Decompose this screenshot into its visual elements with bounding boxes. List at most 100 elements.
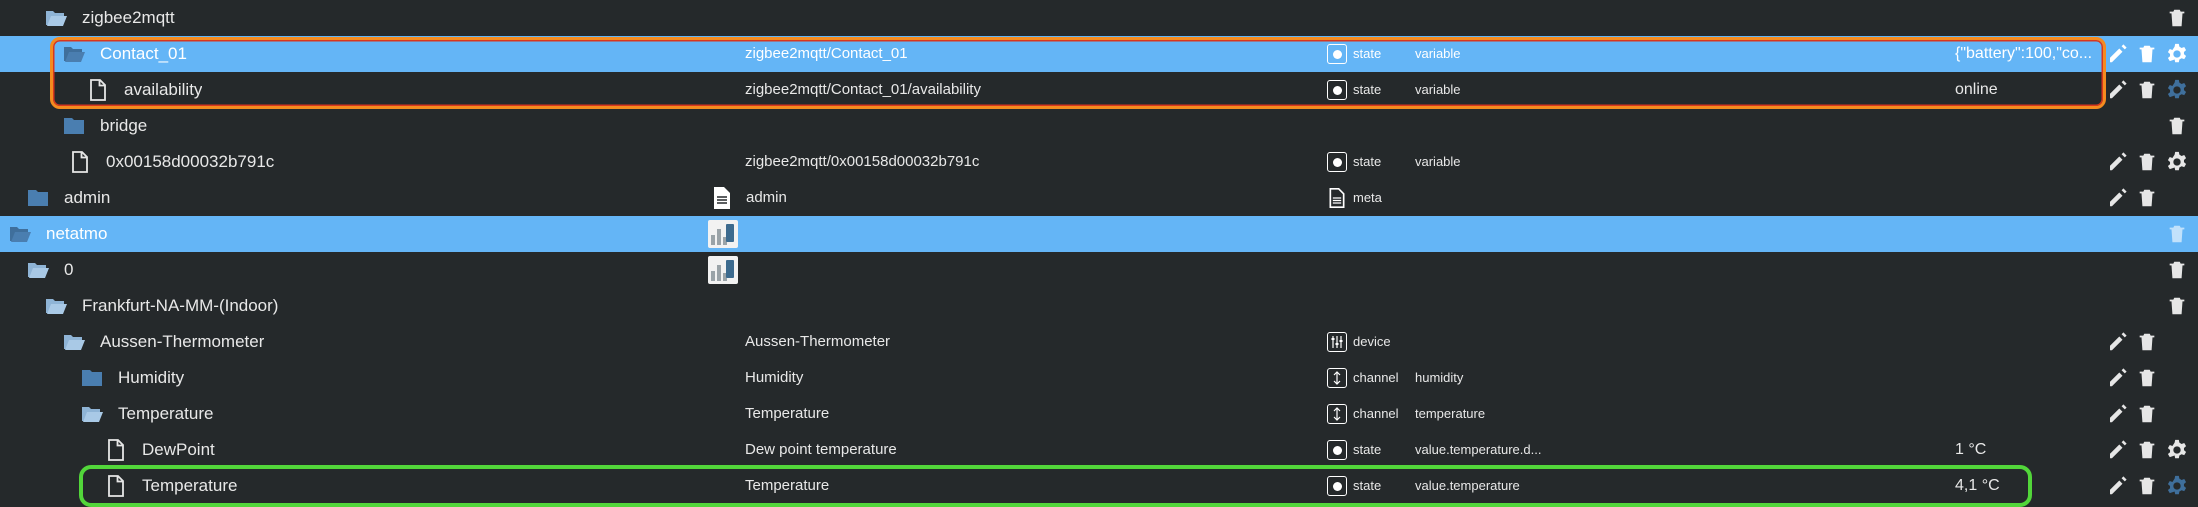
object-id: Aussen-Thermometer	[745, 333, 891, 350]
edit-icon[interactable]	[2110, 151, 2128, 173]
delete-icon[interactable]	[2136, 367, 2158, 389]
tree-item-label: bridge	[100, 116, 148, 135]
tree-item-label: netatmo	[46, 224, 108, 243]
tree-row-netatmo[interactable]: netatmo	[0, 216, 2198, 252]
object-type: channel	[1353, 370, 1399, 385]
tree-row-temperature-state[interactable]: Temperature Temperature state value.temp…	[0, 468, 2198, 504]
delete-icon[interactable]	[2136, 151, 2158, 173]
settings-gear-icon[interactable]	[2166, 79, 2188, 101]
folder-open-icon[interactable]	[62, 330, 86, 354]
object-id: Dew point temperature	[745, 441, 897, 458]
file-icon	[86, 78, 110, 102]
folder-open-icon[interactable]	[62, 42, 86, 66]
settings-gear-icon[interactable]	[2166, 43, 2188, 65]
settings-gear-icon[interactable]	[2166, 151, 2188, 173]
edit-icon[interactable]	[2110, 475, 2128, 497]
folder-open-icon[interactable]	[80, 402, 104, 426]
object-value[interactable]: 4,1 °C	[1955, 468, 2105, 504]
object-id: zigbee2mqtt/Contact_01/availability	[745, 81, 981, 98]
folder-open-icon[interactable]	[44, 294, 68, 318]
edit-icon[interactable]	[2110, 331, 2128, 353]
tree-row-admin[interactable]: admin admin meta	[0, 180, 2198, 216]
object-role: variable	[1415, 46, 1461, 61]
tree-item-label: Aussen-Thermometer	[100, 332, 265, 351]
tree-row-humidity[interactable]: Humidity Humidity channel humidity	[0, 360, 2198, 396]
edit-icon[interactable]	[2110, 187, 2128, 209]
object-id: Humidity	[745, 369, 804, 386]
state-icon	[1327, 80, 1347, 100]
tree-row-dewpoint[interactable]: DewPoint Dew point temperature state val…	[0, 432, 2198, 468]
delete-icon[interactable]	[2136, 79, 2158, 101]
tree-item-label: 0	[64, 260, 74, 279]
delete-icon[interactable]	[2166, 7, 2188, 29]
delete-icon[interactable]	[2136, 331, 2158, 353]
tree-row-frankfurt[interactable]: Frankfurt-NA-MM-(Indoor)	[0, 288, 2198, 324]
tree-row-0[interactable]: 0	[0, 252, 2198, 288]
edit-icon[interactable]	[2110, 43, 2128, 65]
folder-open-icon[interactable]	[26, 258, 50, 282]
delete-icon[interactable]	[2136, 475, 2158, 497]
folder-open-icon[interactable]	[44, 6, 68, 30]
object-type: state	[1353, 82, 1382, 97]
delete-icon[interactable]	[2136, 439, 2158, 461]
folder-closed-icon[interactable]	[26, 186, 50, 210]
tree-item-label: DewPoint	[142, 440, 215, 459]
delete-icon[interactable]	[2136, 403, 2158, 425]
state-icon	[1327, 476, 1347, 496]
state-icon	[1327, 440, 1347, 460]
edit-icon[interactable]	[2110, 79, 2128, 101]
tree-item-label: Contact_01	[100, 44, 187, 63]
object-role: value.temperature.d...	[1415, 442, 1542, 457]
folder-closed-icon[interactable]	[80, 366, 104, 390]
object-tree: zigbee2mqtt Contact_01 zigbee2mqtt/Conta…	[0, 0, 2198, 504]
channel-icon	[1327, 404, 1347, 424]
object-type: meta	[1353, 190, 1382, 205]
object-id: zigbee2mqtt/0x00158d00032b791c	[745, 153, 980, 170]
object-role: variable	[1415, 154, 1461, 169]
tree-row-availability[interactable]: availability zigbee2mqtt/Contact_01/avai…	[0, 72, 2198, 108]
delete-icon[interactable]	[2166, 223, 2188, 245]
tree-row-bridge[interactable]: bridge	[0, 108, 2198, 144]
object-type: device	[1353, 334, 1391, 349]
object-id: zigbee2mqtt/Contact_01	[745, 45, 908, 62]
object-type: state	[1353, 442, 1382, 457]
delete-icon[interactable]	[2166, 295, 2188, 317]
tree-row-temperature-channel[interactable]: Temperature Temperature channel temperat…	[0, 396, 2198, 432]
tree-row-aussen-thermometer[interactable]: Aussen-Thermometer Aussen-Thermometer de…	[0, 324, 2198, 360]
object-value[interactable]: {"battery":100,"co...	[1955, 36, 2105, 72]
object-type: state	[1353, 154, 1382, 169]
settings-gear-icon[interactable]	[2166, 439, 2188, 461]
file-icon	[68, 150, 92, 174]
document-icon	[1327, 188, 1347, 208]
delete-icon[interactable]	[2166, 115, 2188, 137]
edit-icon[interactable]	[2110, 403, 2128, 425]
folder-open-icon[interactable]	[8, 222, 32, 246]
adapter-thumbnail	[708, 256, 740, 284]
tree-item-label: Temperature	[118, 404, 214, 423]
edit-icon[interactable]	[2110, 367, 2128, 389]
tree-item-label: zigbee2mqtt	[82, 8, 175, 27]
object-type: state	[1353, 478, 1382, 493]
delete-icon[interactable]	[2166, 259, 2188, 281]
state-icon	[1327, 44, 1347, 64]
folder-closed-icon[interactable]	[62, 114, 86, 138]
tree-item-label: availability	[124, 80, 203, 99]
object-id: Temperature	[745, 477, 830, 494]
delete-icon[interactable]	[2136, 43, 2158, 65]
tree-item-label: Temperature	[142, 476, 238, 495]
object-value[interactable]: 1 °C	[1955, 432, 2105, 468]
object-role: value.temperature	[1415, 478, 1520, 493]
object-type: channel	[1353, 406, 1399, 421]
tree-item-label: admin	[64, 188, 111, 207]
adapter-thumbnail	[708, 220, 740, 248]
delete-icon[interactable]	[2136, 187, 2158, 209]
object-value[interactable]: online	[1955, 72, 2105, 108]
tree-row-0x00158d00032b791c[interactable]: 0x00158d00032b791c zigbee2mqtt/0x00158d0…	[0, 144, 2198, 180]
tree-row-zigbee2mqtt[interactable]: zigbee2mqtt	[0, 0, 2198, 36]
settings-gear-icon[interactable]	[2166, 475, 2188, 497]
state-icon	[1327, 152, 1347, 172]
file-icon	[104, 438, 128, 462]
tree-row-contact-01[interactable]: Contact_01 zigbee2mqtt/Contact_01 state …	[0, 36, 2198, 72]
edit-icon[interactable]	[2110, 439, 2128, 461]
object-type: state	[1353, 46, 1382, 61]
